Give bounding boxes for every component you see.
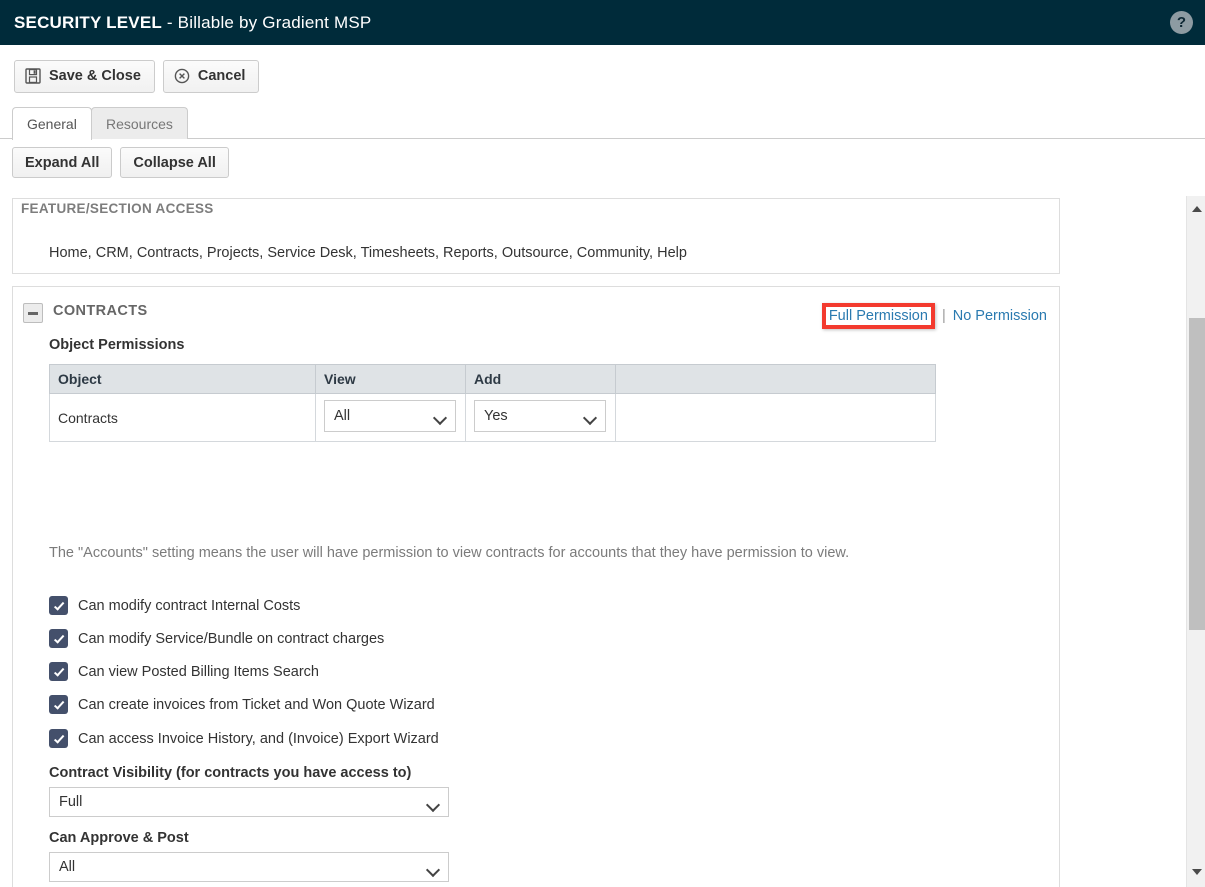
can-approve-post-value: All — [59, 859, 76, 875]
minus-icon — [28, 311, 38, 315]
checkbox-row-service-bundle[interactable]: Can modify Service/Bundle on contract ch… — [49, 629, 384, 648]
help-glyph: ? — [1176, 14, 1187, 31]
contract-visibility-value: Full — [59, 794, 83, 810]
checkbox-label-posted-billing: Can view Posted Billing Items Search — [78, 663, 319, 680]
tab-general[interactable]: General — [12, 107, 92, 140]
feature-section-access-items: Home, CRM, Contracts, Projects, Service … — [49, 245, 687, 261]
full-permission-link[interactable]: Full Permission — [829, 308, 928, 324]
checkbox-service-bundle[interactable] — [49, 629, 68, 648]
tab-resources-label: Resources — [106, 115, 173, 132]
scroll-down-arrow-icon[interactable] — [1187, 862, 1205, 881]
collapse-all-label: Collapse All — [133, 154, 216, 171]
save-and-close-button[interactable]: Save & Close — [14, 59, 155, 93]
feature-section-access-title: FEATURE/SECTION ACCESS — [21, 201, 214, 216]
check-icon — [53, 599, 65, 611]
permission-link-separator: | — [941, 308, 946, 324]
checkbox-label-invoice-history: Can access Invoice History, and (Invoice… — [78, 730, 439, 747]
view-permission-value: All — [334, 408, 351, 424]
add-permission-select[interactable]: Yes — [474, 400, 606, 432]
tab-resources[interactable]: Resources — [91, 107, 188, 139]
floppy-disk-icon — [25, 68, 41, 84]
table-header-row: Object View Add — [49, 364, 936, 394]
save-and-close-label: Save & Close — [49, 68, 141, 84]
accounts-setting-note: The "Accounts" setting means the user wi… — [49, 545, 850, 561]
check-icon — [53, 732, 65, 744]
expand-all-button[interactable]: Expand All — [12, 147, 113, 178]
tab-general-label: General — [27, 116, 77, 132]
settings-content-area: FEATURE/SECTION ACCESS Home, CRM, Contra… — [0, 196, 1186, 887]
circle-x-icon — [174, 68, 190, 84]
page-title-rest: - Billable by Gradient MSP — [161, 12, 372, 32]
full-permission-wrapper: Full Permission — [821, 303, 935, 329]
expand-all-label: Expand All — [25, 154, 100, 171]
checkbox-label-service-bundle: Can modify Service/Bundle on contract ch… — [78, 630, 385, 647]
column-header-add: Add — [465, 364, 616, 394]
scroll-up-arrow-icon[interactable] — [1187, 199, 1205, 218]
checkbox-row-create-invoices[interactable]: Can create invoices from Ticket and Won … — [49, 695, 435, 714]
check-icon — [53, 632, 65, 644]
window-title-bar: SECURITY LEVEL - Billable by Gradient MS… — [0, 0, 1205, 45]
page-title-strong: SECURITY LEVEL — [14, 12, 162, 32]
checkbox-row-invoice-history[interactable]: Can access Invoice History, and (Invoice… — [49, 729, 439, 748]
add-permission-value: Yes — [484, 408, 508, 424]
checkbox-internal-costs[interactable] — [49, 596, 68, 615]
can-approve-post-select[interactable]: All — [49, 852, 449, 882]
triangle-up — [1191, 205, 1202, 212]
cancel-button[interactable]: Cancel — [162, 59, 260, 93]
check-icon — [53, 665, 65, 677]
column-header-blank — [615, 364, 936, 394]
vertical-scrollbar[interactable] — [1186, 196, 1205, 887]
cell-object-name: Contracts — [49, 393, 316, 442]
permission-shortcut-links: Full Permission | No Permission — [821, 303, 1047, 329]
label-can-approve-post: Can Approve & Post — [49, 830, 189, 846]
cancel-label: Cancel — [197, 68, 246, 84]
page-title: SECURITY LEVEL - Billable by Gradient MS… — [14, 13, 371, 33]
checkbox-row-posted-billing[interactable]: Can view Posted Billing Items Search — [49, 662, 319, 681]
checkbox-invoice-history[interactable] — [49, 729, 68, 748]
no-permission-link[interactable]: No Permission — [953, 308, 1047, 324]
contract-visibility-select[interactable]: Full — [49, 787, 449, 817]
checkbox-create-invoices[interactable] — [49, 695, 68, 714]
cell-add: Yes — [465, 393, 616, 442]
checkbox-label-create-invoices: Can create invoices from Ticket and Won … — [78, 696, 435, 713]
object-permissions-table: Object View Add Contracts All Yes — [49, 364, 936, 442]
contracts-panel: CONTRACTS Full Permission | No Permissio… — [12, 286, 1060, 887]
column-header-view: View — [315, 364, 466, 394]
scrollbar-thumb[interactable] — [1189, 318, 1205, 630]
tab-bar: General Resources — [0, 107, 1205, 140]
contracts-section-title: CONTRACTS — [53, 303, 148, 319]
table-row: Contracts All Yes — [49, 393, 936, 442]
cell-view: All — [315, 393, 466, 442]
help-icon[interactable]: ? — [1170, 11, 1193, 34]
checkbox-posted-billing[interactable] — [49, 662, 68, 681]
checkbox-row-internal-costs[interactable]: Can modify contract Internal Costs — [49, 596, 300, 615]
checkbox-label-internal-costs: Can modify contract Internal Costs — [78, 597, 301, 614]
feature-section-access-panel: FEATURE/SECTION ACCESS Home, CRM, Contra… — [12, 198, 1060, 274]
label-contract-visibility: Contract Visibility (for contracts you h… — [49, 765, 412, 781]
expand-collapse-toolbar: Expand All Collapse All — [0, 147, 1205, 192]
check-icon — [53, 698, 65, 710]
column-header-object: Object — [49, 364, 316, 394]
triangle-down — [1191, 868, 1202, 875]
cell-blank — [615, 393, 936, 442]
collapse-all-button[interactable]: Collapse All — [120, 147, 229, 178]
collapse-section-icon[interactable] — [23, 303, 43, 323]
object-permissions-label: Object Permissions — [49, 337, 185, 353]
action-toolbar: Save & Close Cancel — [0, 45, 1205, 107]
view-permission-select[interactable]: All — [324, 400, 456, 432]
